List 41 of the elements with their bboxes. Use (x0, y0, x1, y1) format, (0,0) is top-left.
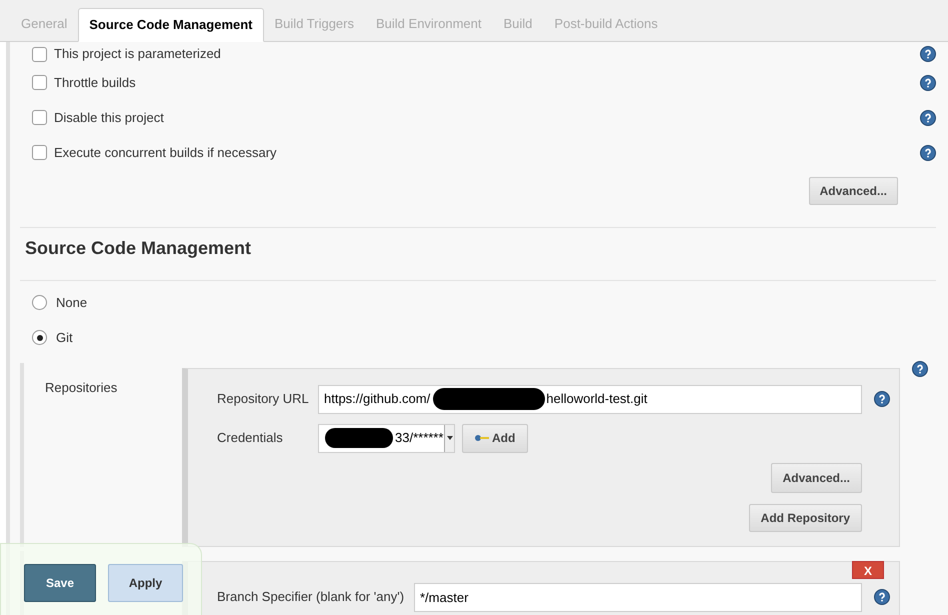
field-label: Branch Specifier (blank for 'any') (217, 588, 406, 606)
option-label: None (56, 294, 88, 312)
url-field[interactable]: https://github.com/ helloworld-test.git (318, 384, 862, 414)
help-icon[interactable] (874, 391, 890, 407)
field-value: helloworld-test.git (546, 390, 648, 408)
button[interactable]: Advanced... (808, 177, 898, 205)
checkbox[interactable] (32, 75, 47, 90)
button[interactable]: Advanced... (770, 463, 862, 493)
help-icon[interactable] (912, 361, 928, 377)
key-icon (475, 434, 489, 442)
field-label: Repositories (45, 380, 118, 395)
option-label: Disable this project (54, 108, 165, 127)
credentials-select[interactable]: 33/****** (318, 424, 455, 452)
save-button[interactable]: Save (24, 564, 96, 602)
option-label: Git (56, 328, 73, 347)
apply-button[interactable]: Apply (108, 564, 183, 602)
add-button[interactable]: Add (462, 424, 528, 452)
field-label: Repository URL (217, 390, 310, 408)
option-label: This project is parameterized (54, 45, 222, 64)
button[interactable]: Add Repository (748, 504, 862, 532)
option-label: Throttle builds (54, 74, 137, 92)
help-icon[interactable] (920, 74, 936, 90)
delete-button[interactable]: X (852, 561, 884, 579)
help-icon[interactable] (920, 46, 936, 62)
help-icon[interactable] (874, 589, 890, 605)
help-icon[interactable] (920, 144, 936, 160)
caret-icon[interactable] (444, 424, 454, 452)
checkbox[interactable] (32, 145, 47, 160)
radio-button[interactable] (32, 330, 47, 345)
field-value: https://github.com/ (324, 390, 430, 408)
checkbox[interactable] (32, 110, 47, 125)
redaction-mark (325, 428, 393, 448)
field-label: Credentials (217, 429, 284, 448)
checkbox[interactable] (32, 46, 47, 62)
help-icon[interactable] (920, 110, 936, 126)
radio-button[interactable] (32, 295, 47, 310)
field-value: 33/****** (395, 429, 444, 448)
branch-specifier-field[interactable]: */master (414, 582, 862, 612)
section-title: Source Code Management (24, 237, 252, 260)
option-label: Execute concurrent builds if necessary (54, 144, 278, 162)
tab[interactable]: Source Code Management (78, 8, 264, 42)
